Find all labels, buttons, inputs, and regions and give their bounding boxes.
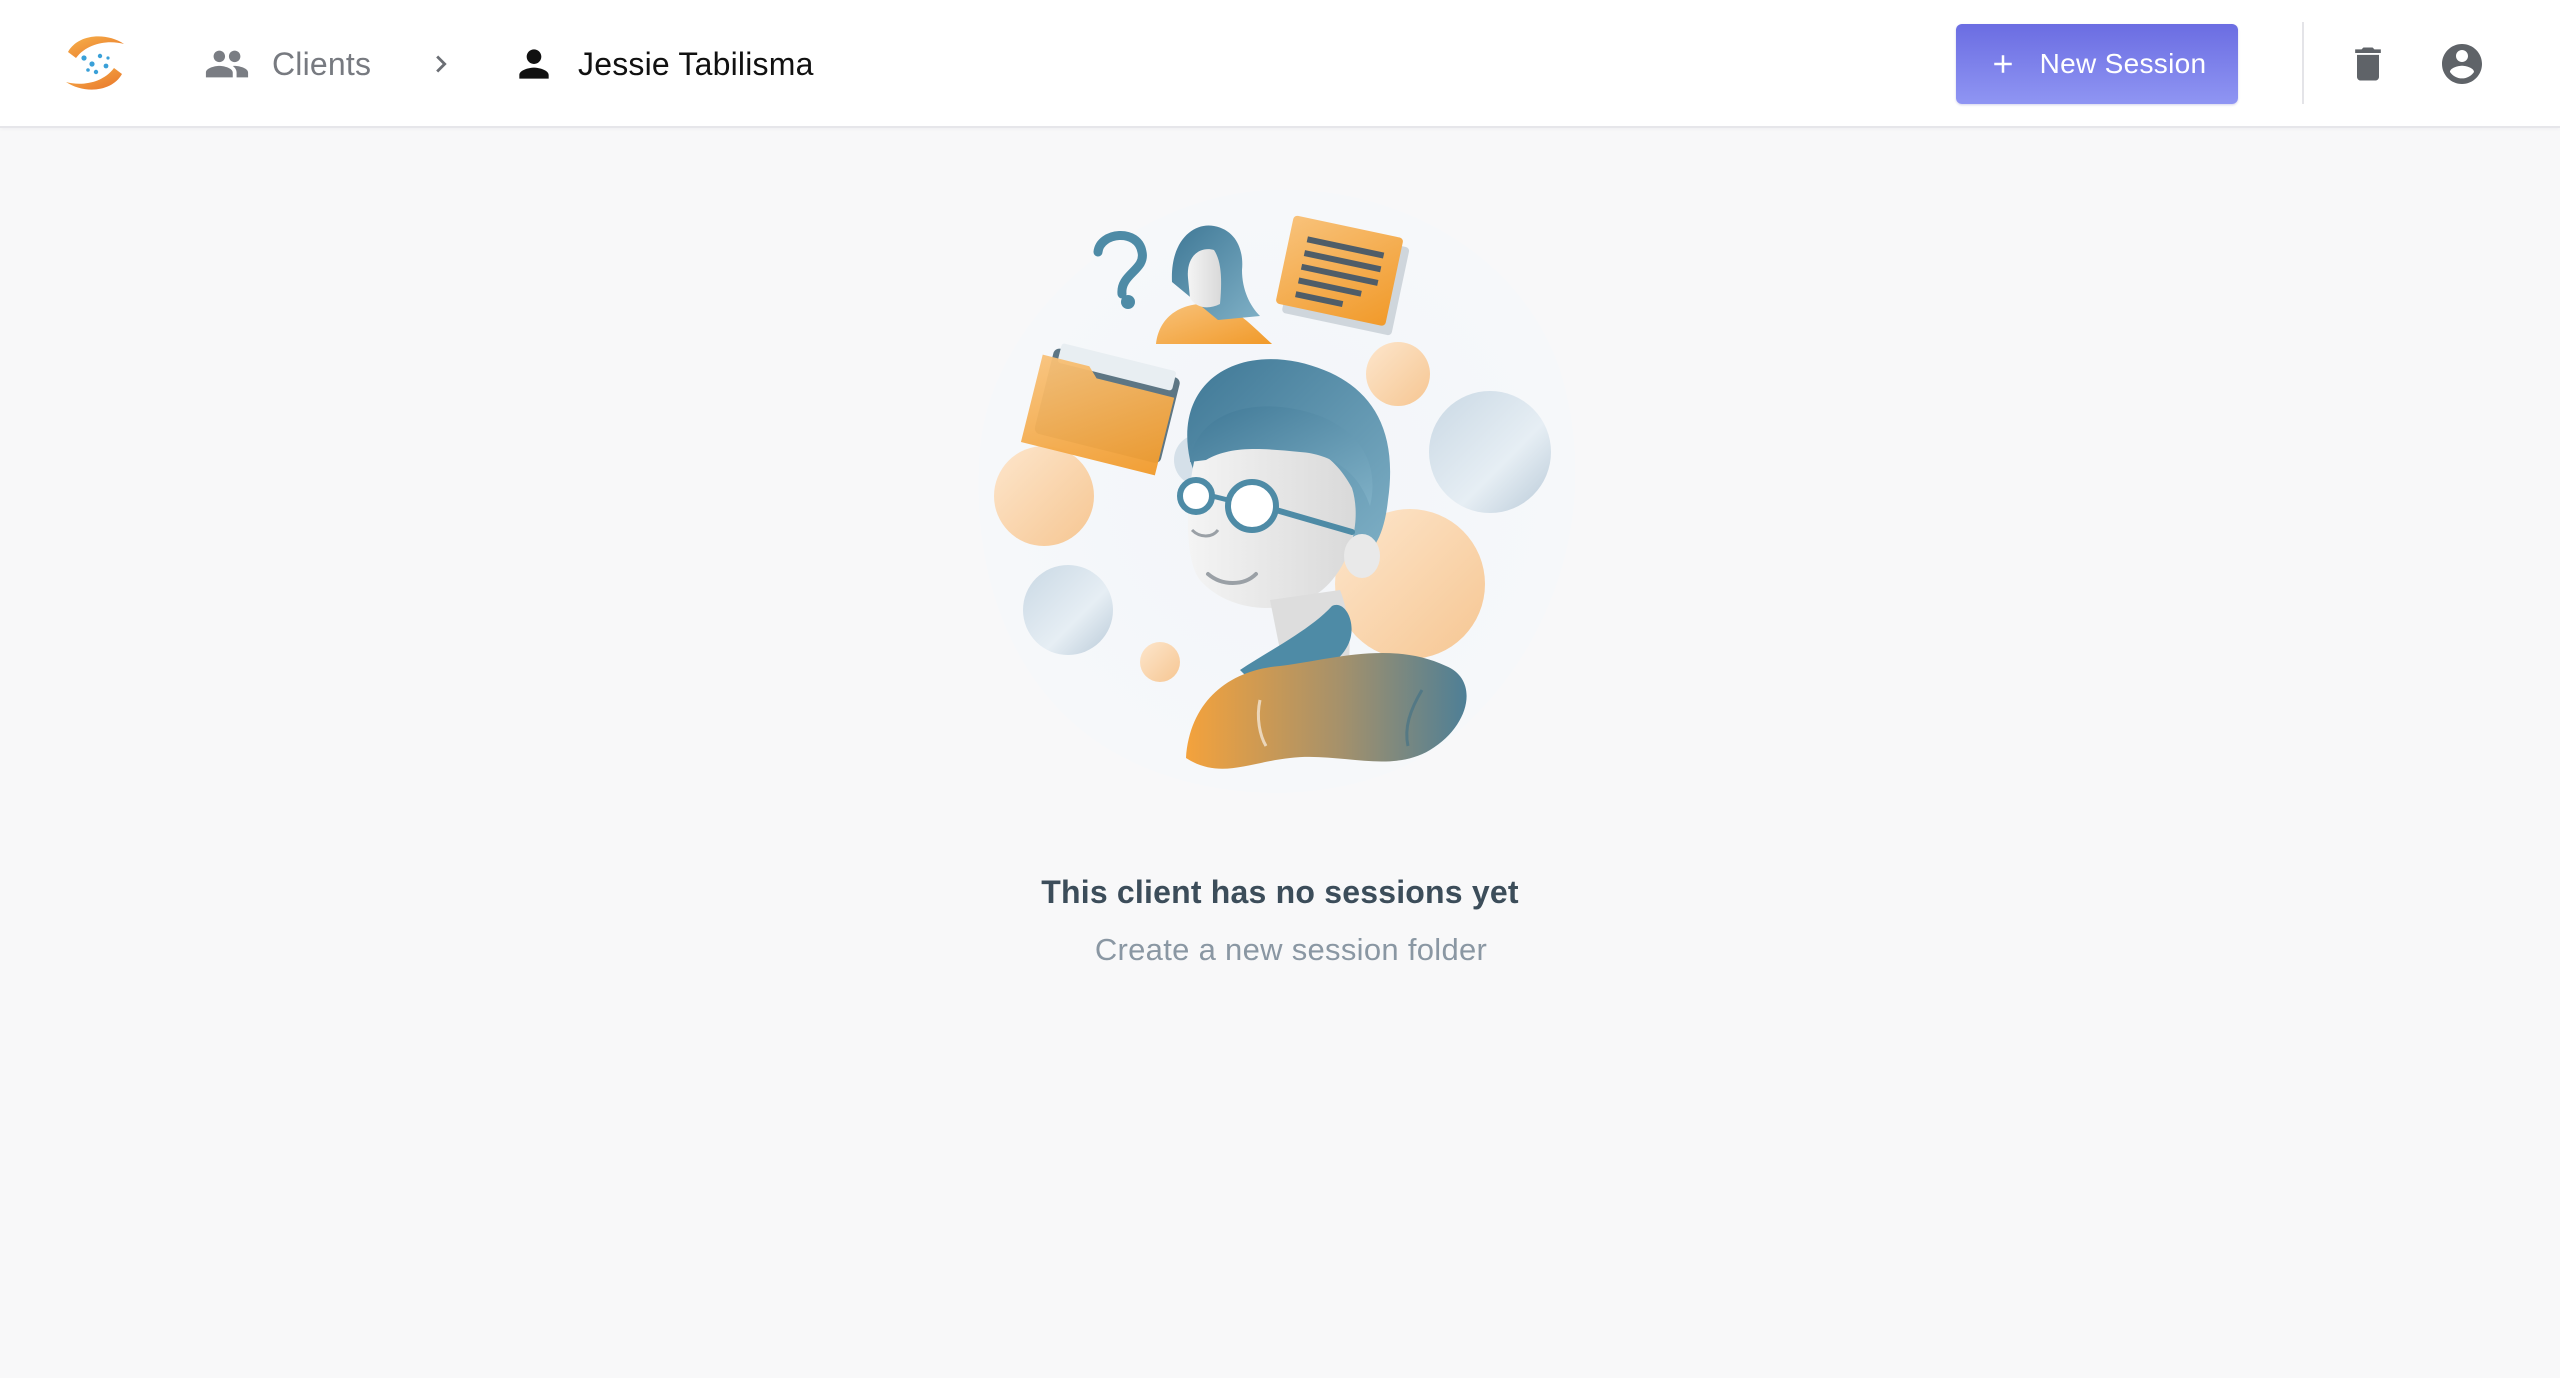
chevron-right-icon [424, 47, 458, 81]
breadcrumb-separator [424, 0, 458, 128]
empty-state-illustration [960, 170, 1600, 810]
breadcrumb-current-client: Jessie Tabilisma [512, 0, 814, 128]
empty-state-subtitle: Create a new session folder [1094, 932, 1488, 967]
app-logo[interactable] [62, 30, 128, 96]
breadcrumb-client-name: Jessie Tabilisma [578, 45, 814, 82]
trash-icon [2346, 42, 2390, 86]
new-session-label: New Session [2039, 48, 2207, 79]
account-button[interactable] [2432, 34, 2492, 94]
toolbar-divider [2302, 22, 2304, 104]
empty-state-title: This client has no sessions yet [1041, 874, 1519, 910]
plus-icon [1988, 49, 2018, 79]
breadcrumb-clients[interactable]: Clients [204, 0, 371, 128]
new-session-button[interactable]: New Session [1956, 24, 2238, 104]
delete-client-button[interactable] [2338, 34, 2398, 94]
breadcrumb-clients-label: Clients [272, 45, 372, 82]
people-icon [204, 41, 250, 87]
person-icon [512, 42, 556, 86]
top-app-bar: Clients Jessie Tabilisma New Session [0, 0, 2560, 128]
account-circle-icon [2438, 40, 2486, 88]
